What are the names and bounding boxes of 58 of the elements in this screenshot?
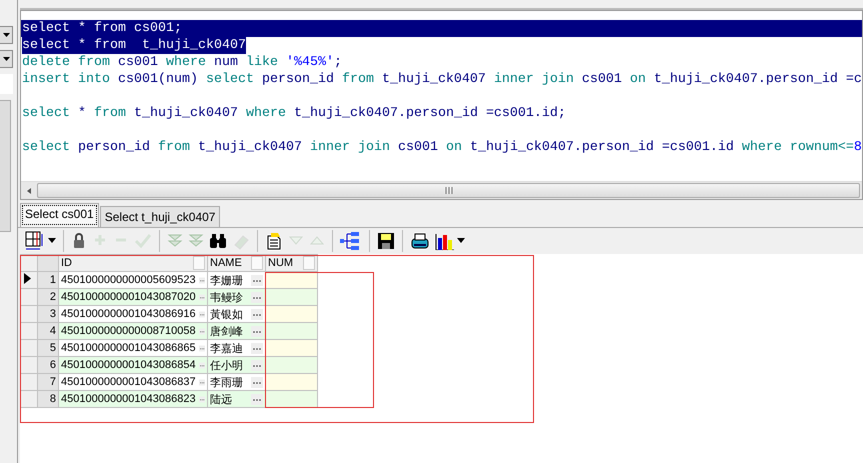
row-number: 5 xyxy=(38,340,58,356)
bar-chart-icon[interactable] xyxy=(435,232,455,250)
printer-icon[interactable] xyxy=(410,232,430,250)
tree-diagram-icon[interactable] xyxy=(340,230,362,252)
more-button[interactable] xyxy=(251,326,263,336)
more-button[interactable] xyxy=(251,376,263,388)
lock-icon[interactable] xyxy=(71,232,87,250)
header-button[interactable] xyxy=(251,256,263,270)
table-cell-text: 黃银如 xyxy=(210,308,243,322)
more-button[interactable] xyxy=(251,360,263,370)
table-cell: 4501000000001043087020 xyxy=(61,291,196,303)
row-number: 4 xyxy=(38,322,58,340)
more-button[interactable] xyxy=(251,308,263,320)
caret-icon[interactable] xyxy=(457,238,465,244)
row-number: 1 xyxy=(38,272,58,288)
code-line: select * from t_huji_ck0407 where t_huji_ck0407.person_id =cs001.id; xyxy=(22,105,566,122)
binoculars-icon[interactable] xyxy=(209,232,227,250)
caret-icon xyxy=(2,56,10,62)
caret-icon[interactable] xyxy=(48,238,56,244)
row-number: 8 xyxy=(38,390,58,408)
result-tab[interactable]: Select cs001 xyxy=(20,203,99,227)
table-cell: 4501000000001043086823 xyxy=(61,393,196,405)
code-line: insert into cs001(num) select person_id from t_huji_ck0407 inner join cs001 on t_huji_ck0407.person_id =c xyxy=(22,71,862,88)
document-icon[interactable] xyxy=(265,232,283,250)
table-cell-text: 唐剑峰 xyxy=(210,324,243,338)
more-button[interactable] xyxy=(251,342,263,354)
scrollbar-thumb[interactable] xyxy=(37,183,860,198)
row-number: 6 xyxy=(38,356,58,374)
table-cell: 4501000000001043086854 xyxy=(61,359,196,371)
grip-icon xyxy=(444,187,452,194)
row-number: 7 xyxy=(38,374,58,390)
row-number: 3 xyxy=(38,306,58,322)
table-cell: 4501000000000008710058 xyxy=(61,325,196,337)
table-cell-text: 李雨珊 xyxy=(210,376,243,390)
more-button[interactable] xyxy=(251,274,263,286)
row-number: 2 xyxy=(38,288,58,306)
dropdown-button[interactable] xyxy=(0,26,13,44)
table-cell-text: 李嘉迪 xyxy=(210,342,243,356)
current-row-icon xyxy=(23,273,32,284)
dropdown-button[interactable] xyxy=(0,50,13,68)
caret-icon xyxy=(2,32,10,38)
table-cell: 4501000000001043086916 xyxy=(61,308,196,320)
table-cell: 4501000000001043086837 xyxy=(61,376,196,388)
table-cell: 4501000000000005609523 xyxy=(61,274,196,286)
code-line: select person_id from t_huji_ck0407 inner join cs001 on t_huji_ck0407.person_id =cs001.id where rownum<=8 xyxy=(22,139,862,156)
table-cell-text: 李姗珊 xyxy=(210,274,243,288)
result-tab[interactable]: Select t_huji_ck0407 xyxy=(100,206,220,227)
table-cell: 4501000000001043086865 xyxy=(61,342,196,354)
table-cell-text: 韦鳗珍 xyxy=(210,290,243,304)
header-button[interactable] xyxy=(193,256,205,270)
header-button[interactable] xyxy=(303,256,315,270)
more-button[interactable] xyxy=(251,394,263,404)
table-cell-text: 任小明 xyxy=(210,358,243,372)
more-button[interactable] xyxy=(251,292,263,302)
scrollbar[interactable] xyxy=(0,100,11,232)
table-cell-text: 陆远 xyxy=(210,392,232,406)
column-header[interactable]: ID xyxy=(61,257,72,269)
code-line: delete from cs001 where num like '%45%'; xyxy=(22,54,342,71)
